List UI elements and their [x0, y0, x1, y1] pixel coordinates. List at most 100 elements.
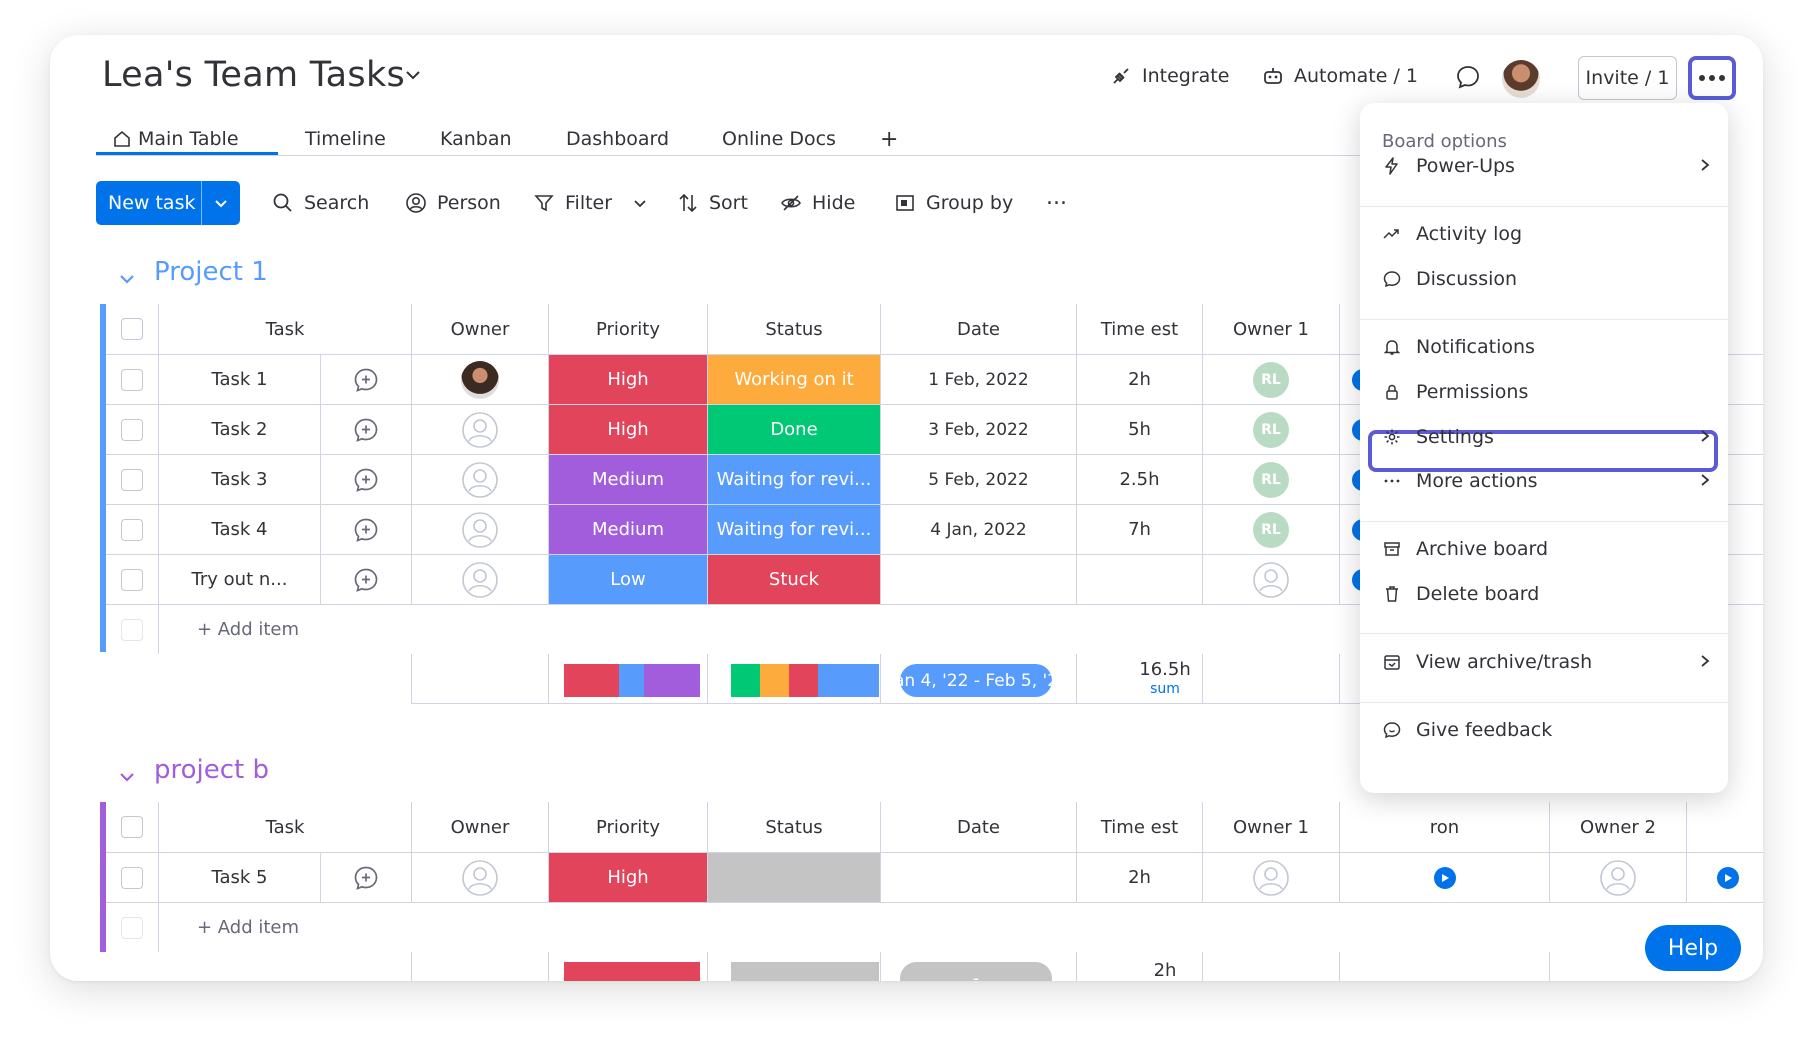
tab-timeline[interactable]: Timeline — [305, 122, 386, 156]
invite-button[interactable]: Invite / 1 — [1578, 56, 1677, 100]
column-header-ron[interactable]: ron — [1339, 802, 1549, 852]
add-update-button[interactable] — [320, 853, 411, 902]
date-range-pill[interactable]: - — [900, 962, 1052, 981]
time-est-cell[interactable]: 2h — [1076, 853, 1202, 902]
add-update-button[interactable] — [320, 555, 411, 604]
column-header-priority[interactable]: Priority — [548, 304, 707, 354]
row-checkbox-cell[interactable] — [106, 555, 158, 604]
owner1-cell[interactable] — [1202, 853, 1339, 902]
column-header-priority[interactable]: Priority — [548, 802, 707, 852]
time-est-cell[interactable]: 5h — [1076, 405, 1202, 454]
add-update-button[interactable] — [320, 505, 411, 554]
add-item-row[interactable]: + Add item — [106, 902, 1763, 953]
tab-kanban[interactable]: Kanban — [440, 122, 512, 156]
column-header-time[interactable]: Time est — [1076, 304, 1202, 354]
table-row[interactable]: Task 5 High 2h — [106, 852, 1763, 902]
menu-item-delete-board[interactable]: Delete board — [1382, 574, 1712, 614]
column-header-status[interactable]: Status — [707, 304, 880, 354]
row-checkbox-cell[interactable] — [106, 455, 158, 504]
column-header-owner2[interactable]: Owner 2 — [1549, 802, 1686, 852]
chevron-down-icon[interactable] — [632, 195, 648, 211]
menu-item-more-actions[interactable]: More actions — [1382, 461, 1712, 501]
add-item-checkbox-cell[interactable] — [106, 903, 158, 952]
priority-cell[interactable]: Low — [548, 555, 707, 604]
add-update-button[interactable] — [320, 455, 411, 504]
sort-button[interactable]: Sort — [677, 192, 748, 214]
add-update-button[interactable] — [320, 405, 411, 454]
menu-item-activity-log[interactable]: Activity log — [1382, 214, 1712, 254]
add-view-button[interactable]: + — [880, 122, 898, 156]
column-header-date[interactable]: Date — [880, 802, 1076, 852]
time-est-cell[interactable]: 7h — [1076, 505, 1202, 554]
status-summary-bar[interactable] — [731, 962, 879, 981]
owner-cell[interactable] — [411, 455, 548, 504]
column-header-time[interactable]: Time est — [1076, 802, 1202, 852]
play-icon[interactable] — [1717, 866, 1739, 889]
owner-cell[interactable] — [411, 853, 548, 902]
integrate-button[interactable]: Integrate — [1110, 65, 1229, 87]
select-all-checkbox-cell[interactable] — [106, 802, 158, 852]
owner-cell[interactable] — [411, 355, 548, 404]
status-cell[interactable]: Waiting for revi... — [707, 505, 880, 554]
menu-item-give-feedback[interactable]: Give feedback — [1382, 710, 1712, 750]
task-name-cell[interactable]: Try out n... — [158, 555, 320, 604]
group-collapse-icon[interactable] — [116, 766, 138, 788]
row-checkbox-cell[interactable] — [106, 853, 158, 902]
owner-cell[interactable] — [411, 505, 548, 554]
task-name-cell[interactable]: Task 3 — [158, 455, 320, 504]
time-est-cell[interactable]: 2.5h — [1076, 455, 1202, 504]
column-header-owner1[interactable]: Owner 1 — [1202, 802, 1339, 852]
row-checkbox-cell[interactable] — [106, 405, 158, 454]
date-cell[interactable] — [880, 853, 1076, 902]
owner1-cell[interactable] — [1202, 555, 1339, 604]
priority-cell[interactable]: High — [548, 405, 707, 454]
add-update-button[interactable] — [320, 355, 411, 404]
row-checkbox[interactable] — [121, 518, 143, 541]
priority-cell[interactable]: Medium — [548, 455, 707, 504]
help-button[interactable]: Help — [1645, 925, 1741, 971]
play-cell[interactable] — [1686, 853, 1763, 902]
tab-dashboard[interactable]: Dashboard — [566, 122, 669, 156]
time-est-cell[interactable]: 2h — [1076, 355, 1202, 404]
column-header-task[interactable]: Task — [158, 802, 411, 852]
user-avatar[interactable] — [1502, 60, 1540, 98]
column-header-task[interactable]: Task — [158, 304, 411, 354]
priority-summary-bar[interactable] — [564, 962, 700, 981]
row-checkbox[interactable] — [121, 568, 143, 591]
priority-summary-bar[interactable] — [564, 664, 700, 697]
row-checkbox-cell[interactable] — [106, 505, 158, 554]
column-header-owner[interactable]: Owner — [411, 304, 548, 354]
person-filter-button[interactable]: Person — [405, 192, 501, 214]
owner1-cell[interactable]: RL — [1202, 505, 1339, 554]
row-checkbox[interactable] — [121, 866, 143, 889]
row-checkbox-cell[interactable] — [106, 355, 158, 404]
menu-item-notifications[interactable]: Notifications — [1382, 327, 1712, 367]
play-icon[interactable] — [1433, 866, 1456, 889]
tab-main-table[interactable]: Main Table — [112, 122, 239, 156]
owner1-cell[interactable]: RL — [1202, 405, 1339, 454]
automate-button[interactable]: Automate / 1 — [1262, 65, 1418, 87]
priority-cell[interactable]: High — [548, 355, 707, 404]
row-checkbox[interactable] — [121, 468, 143, 491]
board-more-button[interactable] — [1688, 56, 1736, 100]
tab-online-docs[interactable]: Online Docs — [722, 122, 836, 156]
owner1-cell[interactable]: RL — [1202, 455, 1339, 504]
date-cell[interactable] — [880, 555, 1076, 604]
owner1-cell[interactable]: RL — [1202, 355, 1339, 404]
new-task-button[interactable]: New task — [96, 181, 240, 225]
column-header-date[interactable]: Date — [880, 304, 1076, 354]
ron-cell[interactable] — [1339, 853, 1549, 902]
date-cell[interactable]: 3 Feb, 2022 — [880, 405, 1076, 454]
new-task-dropdown[interactable] — [202, 195, 240, 211]
priority-cell[interactable]: Medium — [548, 505, 707, 554]
date-range-pill[interactable]: an 4, '22 - Feb 5, '2 — [900, 664, 1052, 697]
row-checkbox[interactable] — [121, 368, 143, 391]
status-summary-bar[interactable] — [731, 664, 879, 697]
select-all-checkbox-cell[interactable] — [106, 304, 158, 354]
date-cell[interactable]: 1 Feb, 2022 — [880, 355, 1076, 404]
task-name-cell[interactable]: Task 2 — [158, 405, 320, 454]
group-title[interactable]: project b — [154, 755, 269, 785]
status-cell[interactable]: Waiting for revi... — [707, 455, 880, 504]
time-est-cell[interactable] — [1076, 555, 1202, 604]
menu-item-power-ups[interactable]: Power-Ups — [1382, 146, 1712, 186]
